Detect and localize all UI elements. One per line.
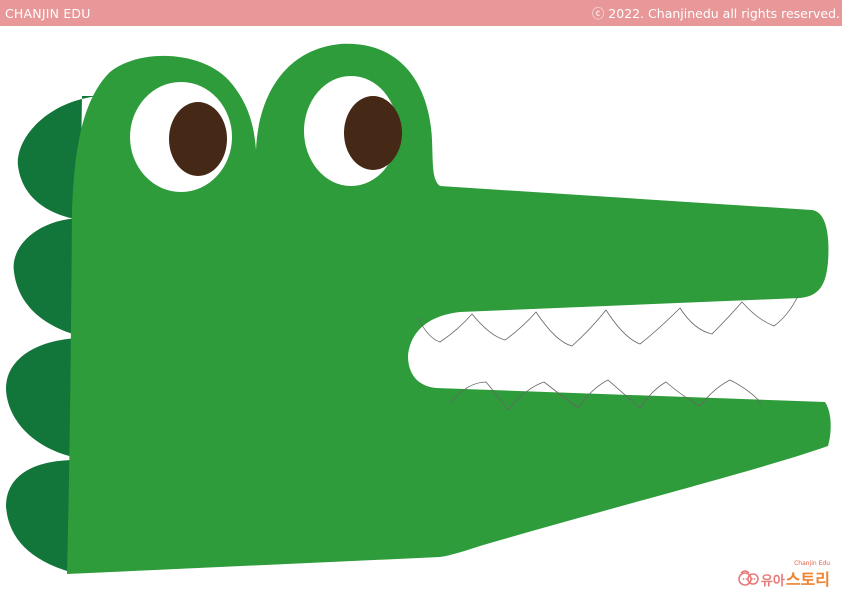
back-bump: [6, 460, 76, 572]
logo-tagline: Chanjin Edu: [794, 560, 830, 567]
logo-text-a: 유아: [760, 574, 785, 589]
crocodile-illustration: [5, 43, 831, 574]
logo-text-b: 스토리: [785, 570, 830, 589]
back-bump: [13, 218, 80, 336]
worksheet-page: CHANJIN EDU ⓒ 2022. Chanjinedu all right…: [0, 0, 842, 596]
chanjin-logo: Chanjin Edu 유아 스토리: [736, 560, 836, 588]
left-eye: [130, 82, 232, 192]
right-eye-pupil: [344, 96, 402, 170]
back-bump: [5, 338, 80, 458]
logo-wordmark: 유아 스토리: [738, 568, 830, 588]
kids-faces-icon: [738, 570, 759, 586]
left-eye-pupil: [169, 102, 227, 176]
